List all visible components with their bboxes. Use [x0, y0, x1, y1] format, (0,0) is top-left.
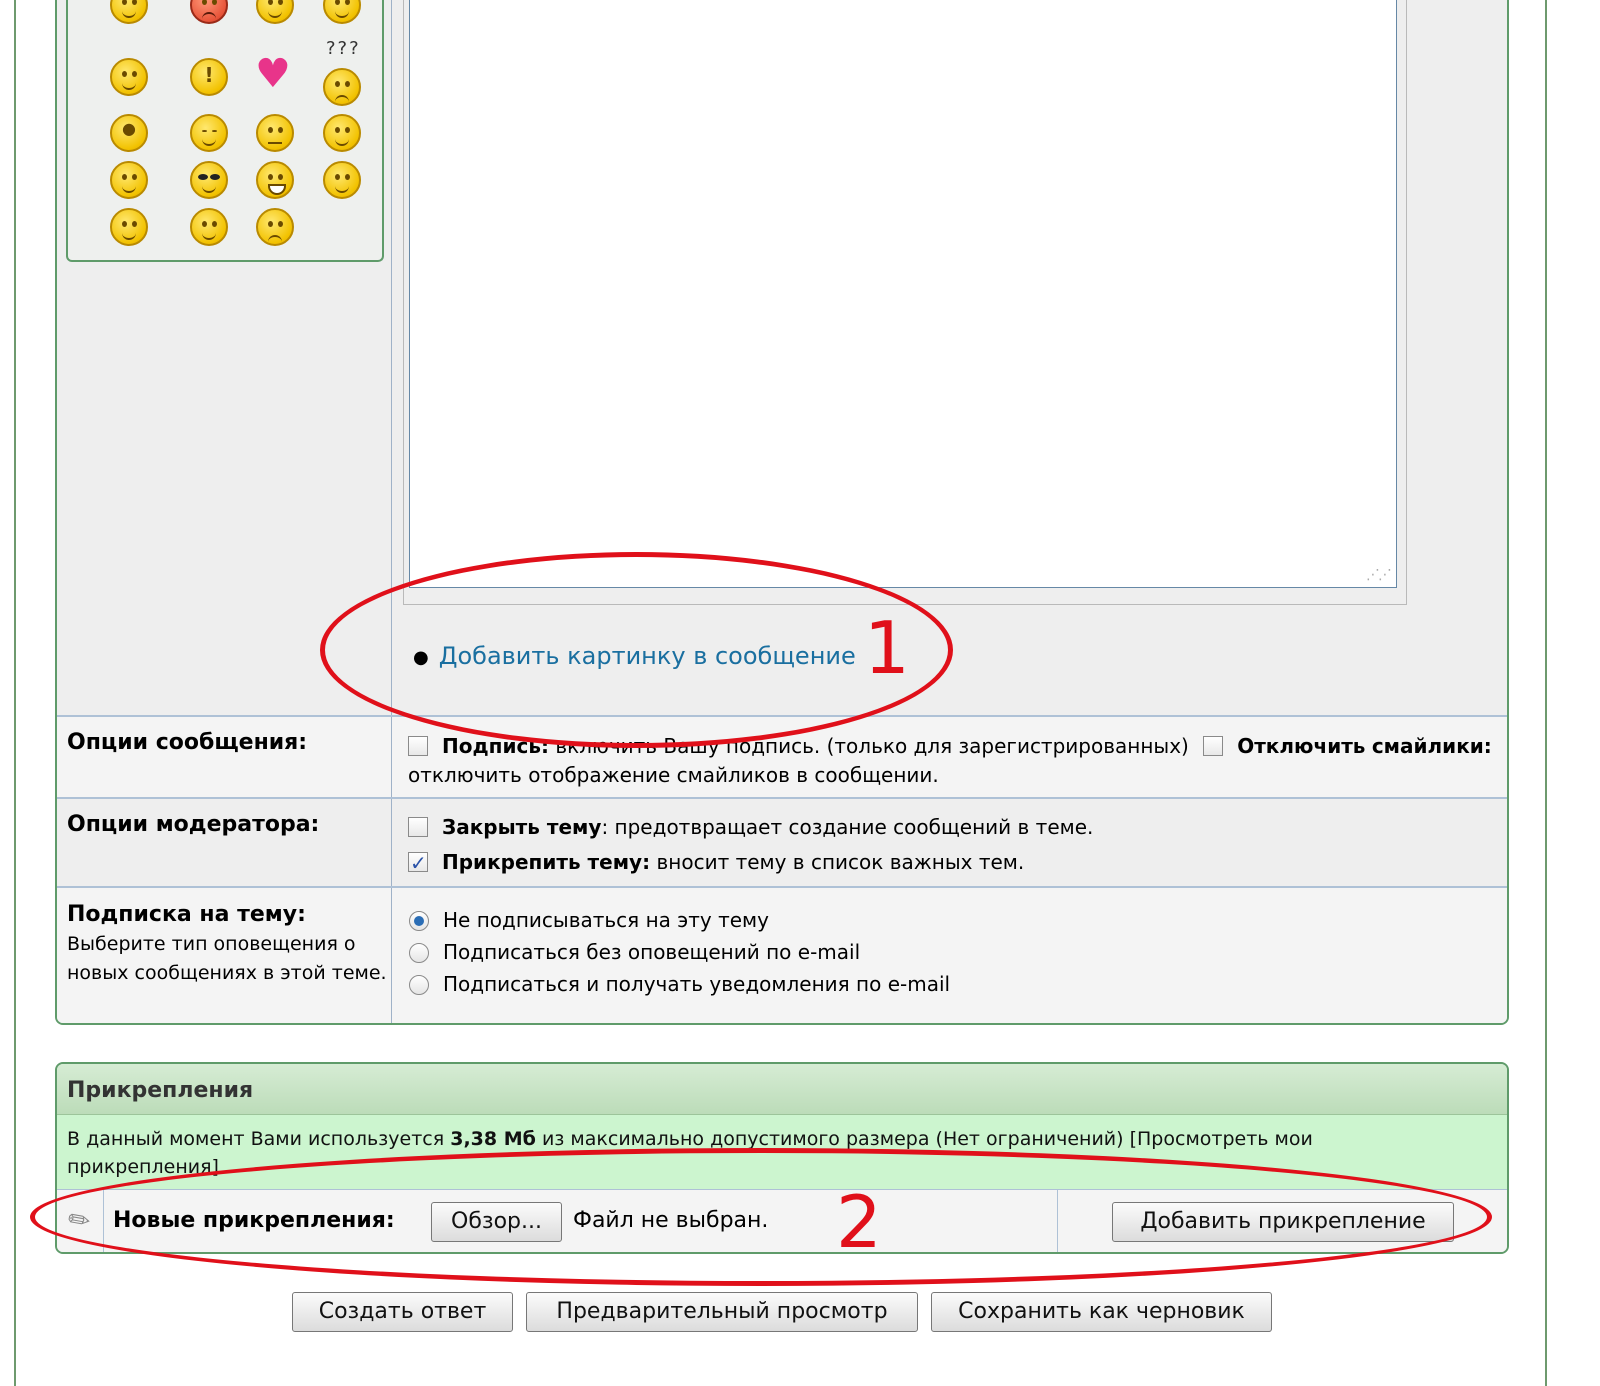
sad-smiley-icon[interactable] — [256, 208, 294, 246]
annotation-number-1: 1 — [864, 606, 910, 690]
attachments-title: Прикрепления — [67, 1078, 254, 1103]
idea-smiley-icon[interactable]: ● — [110, 114, 148, 152]
disable-smilies-text: отключить отображение смайликов в сообще… — [408, 763, 939, 787]
rolleyes2-smiley-icon[interactable] — [110, 208, 148, 246]
question-smiley-icon[interactable] — [323, 68, 361, 106]
rolleyes-smiley-icon[interactable] — [323, 0, 361, 24]
happy-smiley-icon[interactable] — [110, 161, 148, 199]
resize-grip-icon[interactable]: ⋰⋰ — [1366, 567, 1392, 583]
sticky-topic-option: Прикрепить тему: вносит тему в список ва… — [408, 848, 1498, 878]
disable-smilies-bold-label: Отключить — [1237, 734, 1366, 758]
hmm-smiley-icon[interactable] — [256, 114, 294, 152]
tongue-smiley-icon[interactable] — [323, 161, 361, 199]
row-divider — [57, 886, 1507, 888]
column-divider — [391, 0, 392, 1023]
close-topic-text: : предотвращает создание сообщений в тем… — [601, 815, 1094, 839]
question-marks-label: ??? — [326, 38, 361, 59]
message-options-label: Опции сообщения: — [67, 730, 308, 755]
subscription-option-none[interactable]: Не подписываться на эту тему — [409, 906, 769, 935]
sleepy-smiley-icon[interactable] — [190, 114, 228, 152]
subscription-option-email[interactable]: Подписаться и получать уведомления по e-… — [409, 970, 950, 999]
radio-button[interactable] — [409, 943, 429, 963]
disable-smilies-checkbox[interactable] — [1203, 736, 1224, 756]
signature-checkbox[interactable] — [408, 736, 428, 756]
row-divider — [57, 797, 1507, 799]
confused-smiley-icon[interactable] — [256, 0, 294, 24]
save-draft-button[interactable]: Сохранить как черновик — [931, 1292, 1272, 1332]
subscription-option-label: Не подписываться на эту тему — [443, 908, 769, 932]
subscription-description: Выберите тип оповещения о новых сообщени… — [67, 933, 387, 984]
reply-form: ! ♥ ??? ● ⋰⋰ ● Добавить картинку в сообще… — [55, 0, 1509, 1025]
info-prefix: В данный момент Вами используется — [67, 1128, 445, 1150]
annotation-ellipse-1 — [320, 552, 953, 748]
sticky-topic-text: вносит тему в список важных тем. — [656, 850, 1025, 874]
smilies-panel: ! ♥ ??? ● — [66, 0, 384, 262]
subscription-label: Подписка на тему: — [67, 902, 306, 927]
radio-button[interactable] — [409, 975, 429, 995]
sticky-topic-bold-label: Прикрепить тему: — [442, 850, 651, 874]
subscription-option-no-email[interactable]: Подписаться без оповещений по e-mail — [409, 938, 860, 967]
attachments-header: Прикрепления — [57, 1064, 1507, 1115]
blush-smiley-icon[interactable] — [190, 208, 228, 246]
smile-smiley-icon[interactable] — [323, 114, 361, 152]
exclamation-smiley-icon[interactable]: ! — [190, 58, 228, 96]
heart-icon[interactable]: ♥ — [255, 54, 291, 94]
close-topic-bold-label: Закрыть тему — [442, 815, 602, 839]
subscription-option-label: Подписаться без оповещений по e-mail — [443, 940, 861, 964]
submit-reply-button[interactable]: Создать ответ — [292, 1292, 513, 1332]
info-size: 3,38 Мб — [450, 1128, 536, 1150]
subscription-option-label: Подписаться и получать уведомления по e-… — [443, 972, 951, 996]
sunglasses-smiley-icon[interactable] — [190, 161, 228, 199]
moderator-options-label: Опции модератора: — [67, 812, 320, 837]
message-textarea[interactable]: ⋰⋰ — [409, 0, 1397, 588]
preview-button[interactable]: Предварительный просмотр — [526, 1292, 918, 1332]
close-topic-option: Закрыть тему: предотвращает создание соо… — [408, 813, 1498, 842]
annotation-ellipse-2 — [30, 1148, 1492, 1286]
cool-smiley-icon[interactable] — [110, 58, 148, 96]
disable-smilies-bold-label-2: смайлики: — [1371, 734, 1492, 758]
angry-smiley-icon[interactable] — [190, 0, 228, 24]
angel-smiley-icon[interactable] — [110, 0, 148, 24]
close-topic-checkbox[interactable] — [408, 817, 428, 837]
annotation-number-2: 2 — [836, 1180, 882, 1264]
sticky-topic-checkbox[interactable] — [408, 849, 428, 878]
radio-button[interactable] — [409, 911, 429, 931]
grin-smiley-icon[interactable] — [256, 161, 294, 199]
